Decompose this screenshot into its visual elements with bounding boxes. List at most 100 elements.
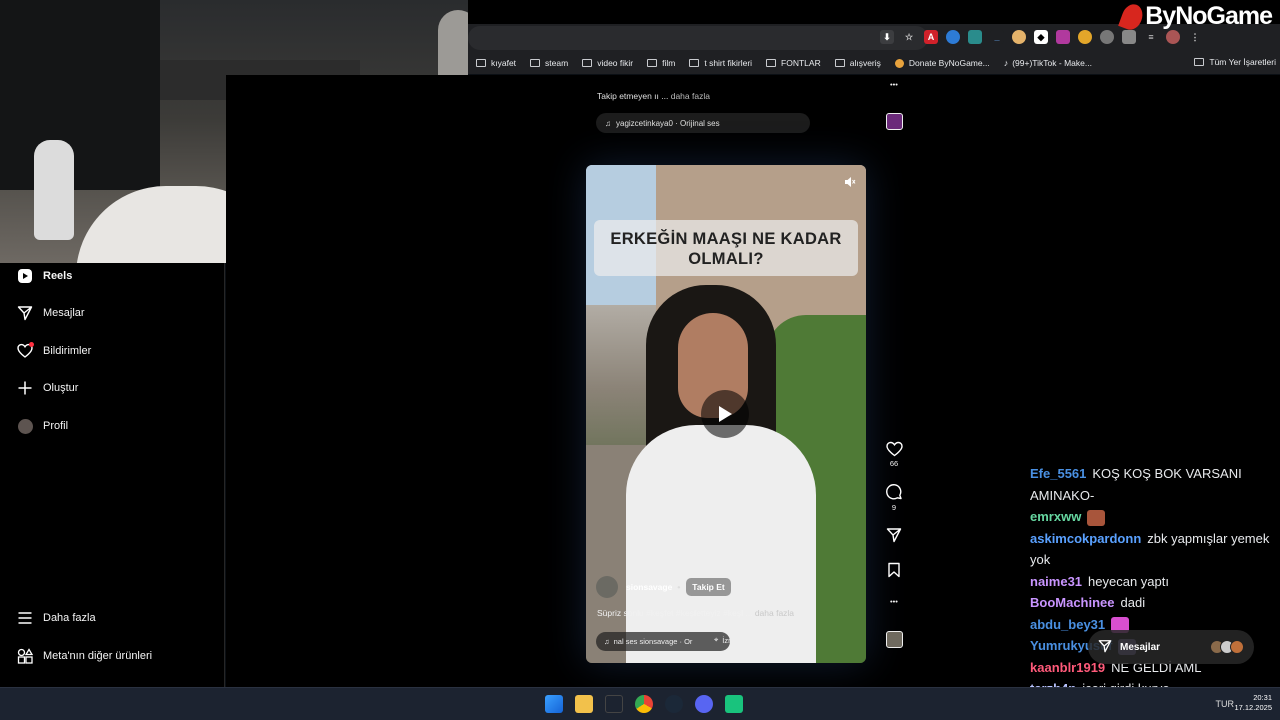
heart-icon xyxy=(16,342,34,360)
music-note-icon: ♫ xyxy=(604,637,610,646)
install-icon[interactable]: ⬇ xyxy=(880,30,894,44)
save-button[interactable] xyxy=(882,562,906,580)
tiktok-icon: ♪ xyxy=(1003,58,1009,68)
reel-caption: Süpriz sonlu #keşfet #keşfetteyiz #keşl … xyxy=(597,608,794,618)
discord-icon[interactable] xyxy=(695,695,713,713)
chat-username[interactable]: BooMachinee xyxy=(1030,595,1115,610)
steam-icon[interactable] xyxy=(665,695,683,713)
more-options-icon[interactable]: ••• xyxy=(882,597,906,606)
mute-icon[interactable] xyxy=(844,175,856,187)
menu-icon xyxy=(16,609,34,627)
music-note-icon: ♫ xyxy=(605,118,611,128)
chat-username[interactable]: naime31 xyxy=(1030,574,1082,589)
bookmark-item[interactable]: film xyxy=(647,58,675,68)
adblock-icon[interactable]: A xyxy=(924,30,938,44)
chrome-icon[interactable] xyxy=(635,695,653,713)
address-bar[interactable] xyxy=(468,26,928,50)
previous-reel-audio[interactable]: ♫ yagizcetinkaya0 · Orijinal ses xyxy=(596,113,810,133)
video-person-shirt xyxy=(626,425,816,663)
folder-icon xyxy=(476,59,486,67)
all-bookmarks[interactable]: Tüm Yer İşaretleri xyxy=(1194,57,1276,67)
chat-message: Efe_5561 KOŞ KOŞ BOK VARSANI AMINAKO- xyxy=(1030,463,1278,506)
play-button[interactable] xyxy=(701,390,749,438)
chat-username[interactable]: abdu_bey31 xyxy=(1030,617,1105,632)
chat-emote xyxy=(1087,509,1106,526)
extension-icon[interactable]: ◆ xyxy=(1034,30,1048,44)
reel-audio[interactable]: ♫ nal ses sionsavage · Or xyxy=(596,632,730,651)
bookmark-label: Donate ByNoGame... xyxy=(908,58,990,68)
sidebar-item-reels[interactable]: Reels xyxy=(16,267,72,285)
extension-icon[interactable] xyxy=(1078,30,1092,44)
windows-start-icon[interactable] xyxy=(545,695,563,713)
bookmark-label: video fikir xyxy=(597,58,634,68)
send-icon xyxy=(1098,639,1112,656)
plus-icon xyxy=(16,379,34,397)
more-options-icon[interactable]: ••• xyxy=(882,80,906,89)
reel-video[interactable]: ERKEĞİN MAAŞI NE KADAR OLMALI? sionsavag… xyxy=(586,165,866,663)
bookmark-item[interactable]: kıyafet xyxy=(476,58,516,68)
follow-button[interactable]: Takip Et xyxy=(686,578,731,596)
author-username[interactable]: sionsavage xyxy=(626,582,672,592)
audio-thumbnail[interactable] xyxy=(882,113,906,130)
messages-bar[interactable]: Mesajlar xyxy=(1088,630,1254,664)
sidebar-item-label: Oluştur xyxy=(43,382,79,394)
clock[interactable]: 20:31 17.12.2025 xyxy=(1234,693,1272,713)
sidebar-item-label: Daha fazla xyxy=(43,612,96,624)
extension-icon[interactable] xyxy=(1056,30,1070,44)
file-explorer-icon[interactable] xyxy=(575,695,593,713)
sidebar-item-meta-products[interactable]: Meta'nın diğer ürünleri xyxy=(16,647,152,665)
extension-icon[interactable] xyxy=(1012,30,1026,44)
profile-avatar-icon[interactable] xyxy=(1166,30,1180,44)
bookmark-item[interactable]: Donate ByNoGame... xyxy=(894,58,990,68)
audio-thumbnail[interactable] xyxy=(882,631,906,648)
folder-icon xyxy=(530,59,541,67)
puzzle-icon[interactable] xyxy=(1122,30,1136,44)
more-link[interactable]: daha fazla xyxy=(755,608,794,618)
sidebar-item-create[interactable]: Oluştur xyxy=(16,379,78,397)
like-button[interactable]: 66 xyxy=(882,441,906,468)
bookmark-item[interactable]: video fikir xyxy=(582,58,633,68)
more-link[interactable]: daha fazla xyxy=(671,91,710,101)
avatar xyxy=(16,417,34,435)
extension-icon[interactable]: _ xyxy=(990,30,1004,44)
star-icon[interactable]: ☆ xyxy=(902,30,916,44)
notification-dot xyxy=(29,342,34,347)
folder-icon xyxy=(1194,58,1205,66)
terminal-icon[interactable] xyxy=(605,695,623,713)
tray-language[interactable]: TUR xyxy=(1216,699,1235,709)
bookmark-item[interactable]: alışveriş xyxy=(834,58,881,68)
folder-icon xyxy=(582,59,593,67)
menu-icon[interactable]: ≡ xyxy=(1144,30,1158,44)
comment-button[interactable]: 9 xyxy=(882,484,906,512)
bookmark-item[interactable]: FONTLAR xyxy=(766,58,821,68)
sidebar-item-label: Mesajlar xyxy=(43,307,85,319)
extension-icon[interactable] xyxy=(946,30,960,44)
author-avatar[interactable] xyxy=(596,576,618,598)
chat-username[interactable]: kaanblr1919 xyxy=(1030,660,1105,675)
share-button[interactable] xyxy=(882,527,906,545)
location-label: İzmir xyxy=(722,635,739,645)
extension-icon[interactable] xyxy=(1100,30,1114,44)
extension-icon[interactable] xyxy=(968,30,982,44)
kebab-icon[interactable]: ⋮ xyxy=(1188,30,1202,44)
bookmark-item[interactable]: t shirt fikirleri xyxy=(689,58,752,68)
bookmark-item[interactable]: steam xyxy=(530,58,568,68)
folder-icon xyxy=(834,59,845,67)
sidebar-item-notifications[interactable]: Bildirimler xyxy=(16,342,91,360)
sidebar-item-profile[interactable]: Profil xyxy=(16,417,68,435)
apps-icon xyxy=(16,647,34,665)
folder-icon xyxy=(647,59,658,67)
sidebar-item-more[interactable]: Daha fazla xyxy=(16,609,96,627)
sidebar-item-messages[interactable]: Mesajlar xyxy=(16,304,85,322)
bookmark-label: t shirt fikirleri xyxy=(704,58,753,68)
bookmark-item[interactable]: ♪ (99+)TikTok - Make... xyxy=(1004,58,1092,68)
chat-text: dadi xyxy=(1120,595,1146,610)
chat-username[interactable]: Efe_5561 xyxy=(1030,466,1086,481)
reel-location[interactable]: ⌖ İzmir xyxy=(714,635,738,645)
comment-count: 9 xyxy=(891,503,897,512)
chat-username[interactable]: askimcokpardonn xyxy=(1030,531,1141,546)
app-icon[interactable] xyxy=(725,695,743,713)
chat-username[interactable]: emrxww xyxy=(1030,509,1081,524)
separator-dot: • xyxy=(677,582,681,592)
send-icon xyxy=(16,304,34,322)
